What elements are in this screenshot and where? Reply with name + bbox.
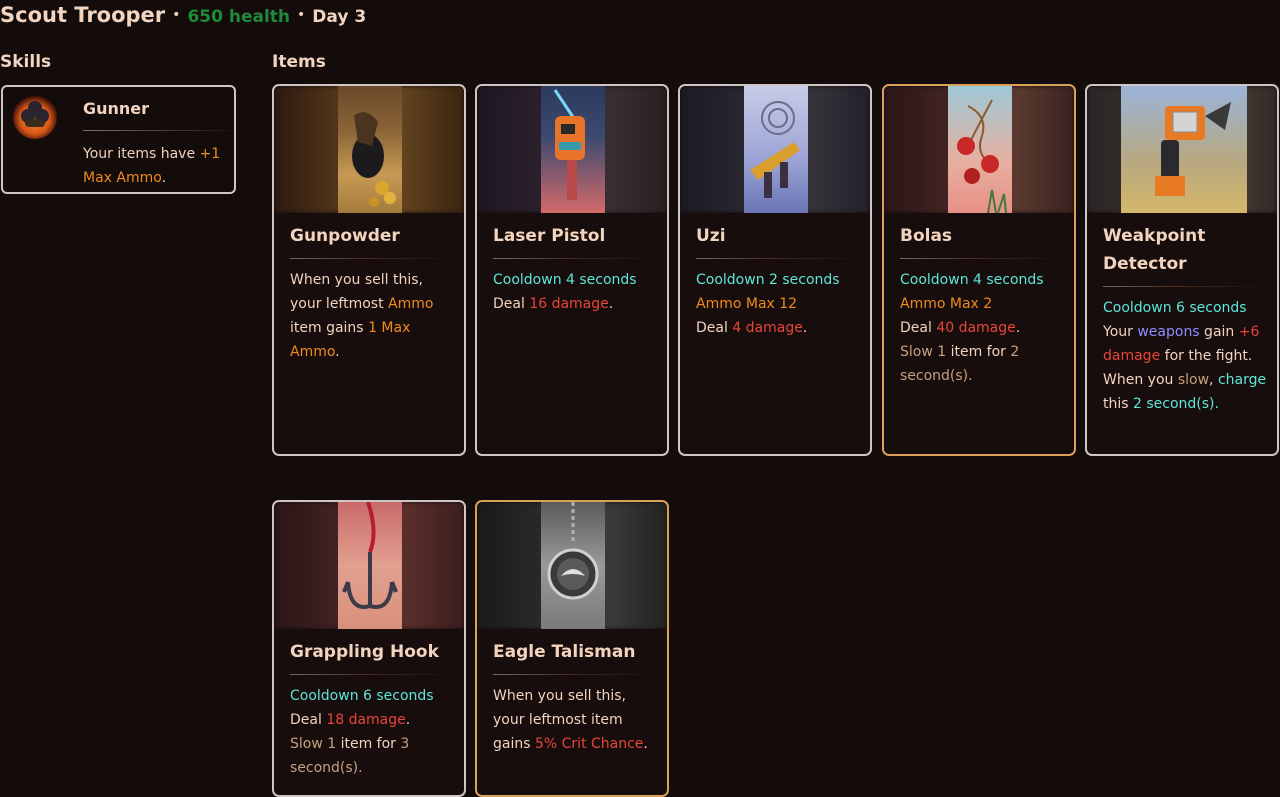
- item-name: Uzi: [696, 226, 726, 246]
- divider: [290, 674, 446, 675]
- skill-description: Your items have +1 Max Ammo.: [83, 146, 221, 186]
- item-art: [477, 502, 667, 629]
- hero-name: Scout Trooper: [0, 3, 166, 27]
- skill-name: Gunner: [83, 99, 150, 118]
- item-description: Cooldown 4 seconds Deal 16 damage.: [493, 272, 637, 312]
- uzi-icon: [744, 86, 808, 213]
- hero-header: Scout Trooper • 650 health • Day 3: [0, 3, 366, 35]
- item-card-eagle-talisman[interactable]: Eagle Talisman When you sell this, your …: [475, 500, 669, 797]
- item-description: When you sell this, your leftmost item g…: [493, 688, 648, 752]
- bolas-icon: [948, 86, 1012, 213]
- item-name: Weakpoint Detector: [1103, 226, 1206, 274]
- item-description: When you sell this, your leftmost Ammo i…: [290, 272, 434, 360]
- header-separator: •: [297, 7, 306, 23]
- divider: [1103, 286, 1259, 287]
- item-name: Grappling Hook: [290, 642, 439, 662]
- item-art: [477, 86, 667, 213]
- item-card-grappling-hook[interactable]: Grappling Hook Cooldown 6 seconds Deal 18…: [272, 500, 466, 797]
- grappling-hook-icon: [338, 502, 402, 629]
- item-description: Cooldown 6 seconds Deal 18 damage. Slow 1 …: [290, 688, 434, 776]
- divider: [493, 258, 649, 259]
- divider: [83, 130, 229, 131]
- item-name: Bolas: [900, 226, 953, 246]
- item-art: [680, 86, 870, 213]
- items-heading: Items: [272, 52, 326, 72]
- day-counter: Day 3: [312, 7, 367, 27]
- bomb-cluster-icon: [13, 95, 57, 139]
- skill-card-gunner[interactable]: Gunner Your items have +1 Max Ammo.: [1, 85, 236, 194]
- divider: [290, 258, 446, 259]
- item-card-bolas[interactable]: Bolas Cooldown 4 seconds Ammo Max 2 Deal 4…: [882, 84, 1076, 456]
- item-name: Gunpowder: [290, 226, 400, 246]
- item-description: Cooldown 4 seconds Ammo Max 2 Deal 40 dama…: [900, 272, 1044, 384]
- divider: [493, 674, 649, 675]
- skills-heading: Skills: [0, 52, 52, 72]
- item-card-gunpowder[interactable]: Gunpowder When you sell this, your leftm…: [272, 84, 466, 456]
- divider: [900, 258, 1056, 259]
- weakpoint-detector-icon: [1121, 86, 1247, 213]
- eagle-talisman-icon: [541, 502, 605, 629]
- laser-pistol-icon: [541, 86, 605, 213]
- hero-health: 650 health: [187, 7, 291, 27]
- item-description: Cooldown 6 seconds Your weapons gain +6 d…: [1103, 300, 1267, 412]
- item-art: [274, 502, 464, 629]
- item-art: [1087, 86, 1277, 213]
- item-name: Eagle Talisman: [493, 642, 636, 662]
- item-description: Cooldown 2 seconds Ammo Max 12 Deal 4 dama…: [696, 272, 840, 336]
- item-card-laser-pistol[interactable]: Laser Pistol Cooldown 4 seconds Deal 16 d…: [475, 84, 669, 456]
- gunpowder-sack-icon: [338, 86, 402, 213]
- item-card-uzi[interactable]: Uzi Cooldown 2 seconds Ammo Max 12 Deal 4 …: [678, 84, 872, 456]
- item-name: Laser Pistol: [493, 226, 606, 246]
- item-art: [274, 86, 464, 213]
- item-art: [884, 86, 1074, 213]
- divider: [696, 258, 852, 259]
- item-card-weakpoint-detector[interactable]: Weakpoint Detector Cooldown 6 seconds You…: [1085, 84, 1279, 456]
- header-separator: •: [172, 7, 181, 23]
